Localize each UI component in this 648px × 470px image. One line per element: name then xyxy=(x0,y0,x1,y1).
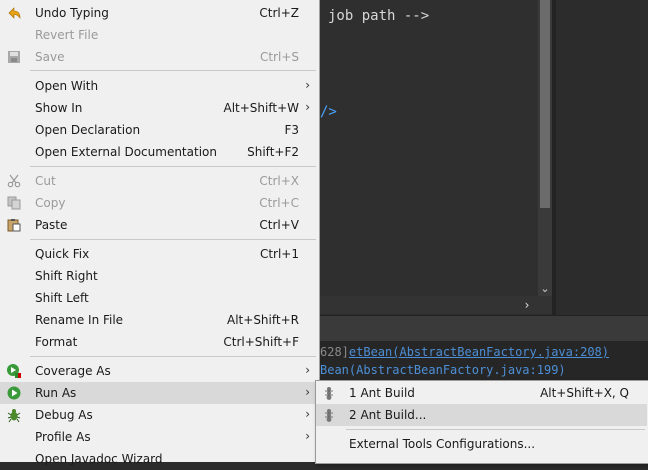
menu-item-label: Shift Right xyxy=(35,269,98,283)
code-fragment: /> xyxy=(320,104,337,120)
save-icon xyxy=(6,49,22,65)
menu-item-format[interactable]: Format Ctrl+Shift+F xyxy=(0,331,318,353)
side-panel xyxy=(556,0,648,315)
undo-icon xyxy=(6,5,22,21)
menu-item-save[interactable]: Save Ctrl+S xyxy=(0,46,318,68)
menu-item-revert-file[interactable]: Revert File xyxy=(0,24,318,46)
menu-item-copy[interactable]: Copy Ctrl+C xyxy=(0,192,318,214)
menu-item-rename-in-file[interactable]: Rename In File Alt+Shift+R xyxy=(0,309,318,331)
submenu-arrow-icon: › xyxy=(305,363,310,377)
menu-item-label: Coverage As xyxy=(35,364,111,378)
console-toolbar xyxy=(320,315,648,342)
submenu-item-label: External Tools Configurations... xyxy=(349,437,536,451)
submenu-arrow-icon: › xyxy=(305,100,310,114)
scroll-right-icon[interactable]: › xyxy=(520,296,534,314)
submenu-arrow-icon: › xyxy=(305,78,310,92)
menu-item-quick-fix[interactable]: Quick Fix Ctrl+1 xyxy=(0,243,318,265)
menu-item-shortcut: Alt+Shift+R xyxy=(227,313,299,327)
menu-item-open-javadoc-wizard[interactable]: Open Javadoc Wizard xyxy=(0,448,318,470)
code-line: job path --> xyxy=(328,8,430,24)
menu-item-label: Open Declaration xyxy=(35,123,141,137)
menu-item-profile-as[interactable]: Profile As › xyxy=(0,426,318,448)
ant-icon xyxy=(323,408,335,422)
menu-item-shift-right[interactable]: Shift Right xyxy=(0,265,318,287)
console-line[interactable]: Bean(AbstractBeanFactory.java:199) xyxy=(320,363,566,377)
submenu-arrow-icon: › xyxy=(305,407,310,421)
menu-item-paste[interactable]: Paste Ctrl+V xyxy=(0,214,318,236)
menu-item-shortcut: Ctrl+S xyxy=(259,50,299,64)
menu-separator xyxy=(30,70,316,71)
submenu-item-label: 1 Ant Build xyxy=(349,386,415,400)
menu-item-shortcut: Ctrl+Shift+F xyxy=(223,335,299,349)
menu-separator xyxy=(346,429,645,430)
menu-item-label: Run As xyxy=(35,386,77,400)
console-line: 628]etBean(AbstractBeanFactory.java:208) xyxy=(320,345,609,359)
menu-item-show-in[interactable]: Show In Alt+Shift+W › xyxy=(0,97,318,119)
menu-item-label: Revert File xyxy=(35,28,99,42)
menu-separator xyxy=(30,166,316,167)
menu-separator xyxy=(30,239,316,240)
paste-icon xyxy=(6,217,22,233)
menu-item-label: Paste xyxy=(35,218,68,232)
submenu-item-shortcut: Alt+Shift+X, Q xyxy=(540,386,629,400)
menu-item-shortcut: Ctrl+V xyxy=(259,218,299,232)
menu-item-open-with[interactable]: Open With › xyxy=(0,75,318,97)
cut-icon xyxy=(6,173,22,189)
menu-item-label: Format xyxy=(35,335,78,349)
editor-horizontal-scrollbar[interactable]: › xyxy=(320,296,552,314)
menu-item-debug-as[interactable]: Debug As › xyxy=(0,404,318,426)
menu-item-label: Open External Documentation xyxy=(35,145,217,159)
menu-item-open-declaration[interactable]: Open Declaration F3 xyxy=(0,119,318,141)
menu-item-undo-typing[interactable]: Undo Typing Ctrl+Z xyxy=(0,2,318,24)
menu-item-label: Show In xyxy=(35,101,83,115)
context-menu: Undo Typing Ctrl+Z Revert File Save Ctrl… xyxy=(0,0,320,466)
menu-item-label: Undo Typing xyxy=(35,6,109,20)
menu-item-label: Shift Left xyxy=(35,291,89,305)
menu-item-label: Save xyxy=(35,50,65,64)
menu-item-shortcut: Ctrl+1 xyxy=(259,247,299,261)
menu-item-label: Cut xyxy=(35,174,56,188)
menu-item-label: Quick Fix xyxy=(35,247,90,261)
run-icon xyxy=(6,385,22,401)
menu-item-shift-left[interactable]: Shift Left xyxy=(0,287,318,309)
menu-item-open-external-documentation[interactable]: Open External Documentation Shift+F2 xyxy=(0,141,318,163)
menu-item-label: Rename In File xyxy=(35,313,124,327)
console-line-prefix: 628] xyxy=(320,345,349,359)
menu-item-shortcut: Alt+Shift+W xyxy=(223,101,300,115)
menu-item-label: Copy xyxy=(35,196,66,210)
submenu-arrow-icon: › xyxy=(305,429,310,443)
submenu-arrow-icon: › xyxy=(305,385,310,399)
scrollbar-thumb[interactable] xyxy=(540,0,550,208)
submenu-item-ant-build-dialog[interactable]: 2 Ant Build... xyxy=(316,404,647,426)
submenu-item-label: 2 Ant Build... xyxy=(349,408,427,422)
submenu-item-ant-build[interactable]: 1 Ant Build Alt+Shift+X, Q xyxy=(316,382,647,404)
run-as-submenu: 1 Ant Build Alt+Shift+X, Q 2 Ant Build..… xyxy=(315,380,648,464)
menu-item-label: Debug As xyxy=(35,408,93,422)
code-editor[interactable]: job path --> /> xyxy=(320,0,538,300)
menu-separator xyxy=(30,356,316,357)
menu-item-shortcut: Ctrl+X xyxy=(259,174,299,188)
menu-item-shortcut: Ctrl+Z xyxy=(259,6,299,20)
menu-item-shortcut: F3 xyxy=(284,123,299,137)
ant-icon xyxy=(323,386,335,400)
menu-item-label: Open Javadoc Wizard xyxy=(35,452,163,466)
coverage-icon xyxy=(6,363,22,379)
console-stack-link[interactable]: etBean(AbstractBeanFactory.java:208) xyxy=(349,345,609,359)
menu-item-cut[interactable]: Cut Ctrl+X xyxy=(0,170,318,192)
menu-item-label: Open With xyxy=(35,79,99,93)
menu-item-label: Profile As xyxy=(35,430,91,444)
menu-item-shortcut: Ctrl+C xyxy=(259,196,299,210)
debug-icon xyxy=(6,407,22,423)
menu-item-run-as[interactable]: Run As › xyxy=(0,382,318,404)
copy-icon xyxy=(6,195,22,211)
menu-item-shortcut: Shift+F2 xyxy=(247,145,299,159)
editor-vertical-scrollbar[interactable]: ⌄ xyxy=(538,0,552,300)
submenu-item-external-tools-configurations[interactable]: External Tools Configurations... xyxy=(316,433,647,455)
menu-item-coverage-as[interactable]: Coverage As › xyxy=(0,360,318,382)
